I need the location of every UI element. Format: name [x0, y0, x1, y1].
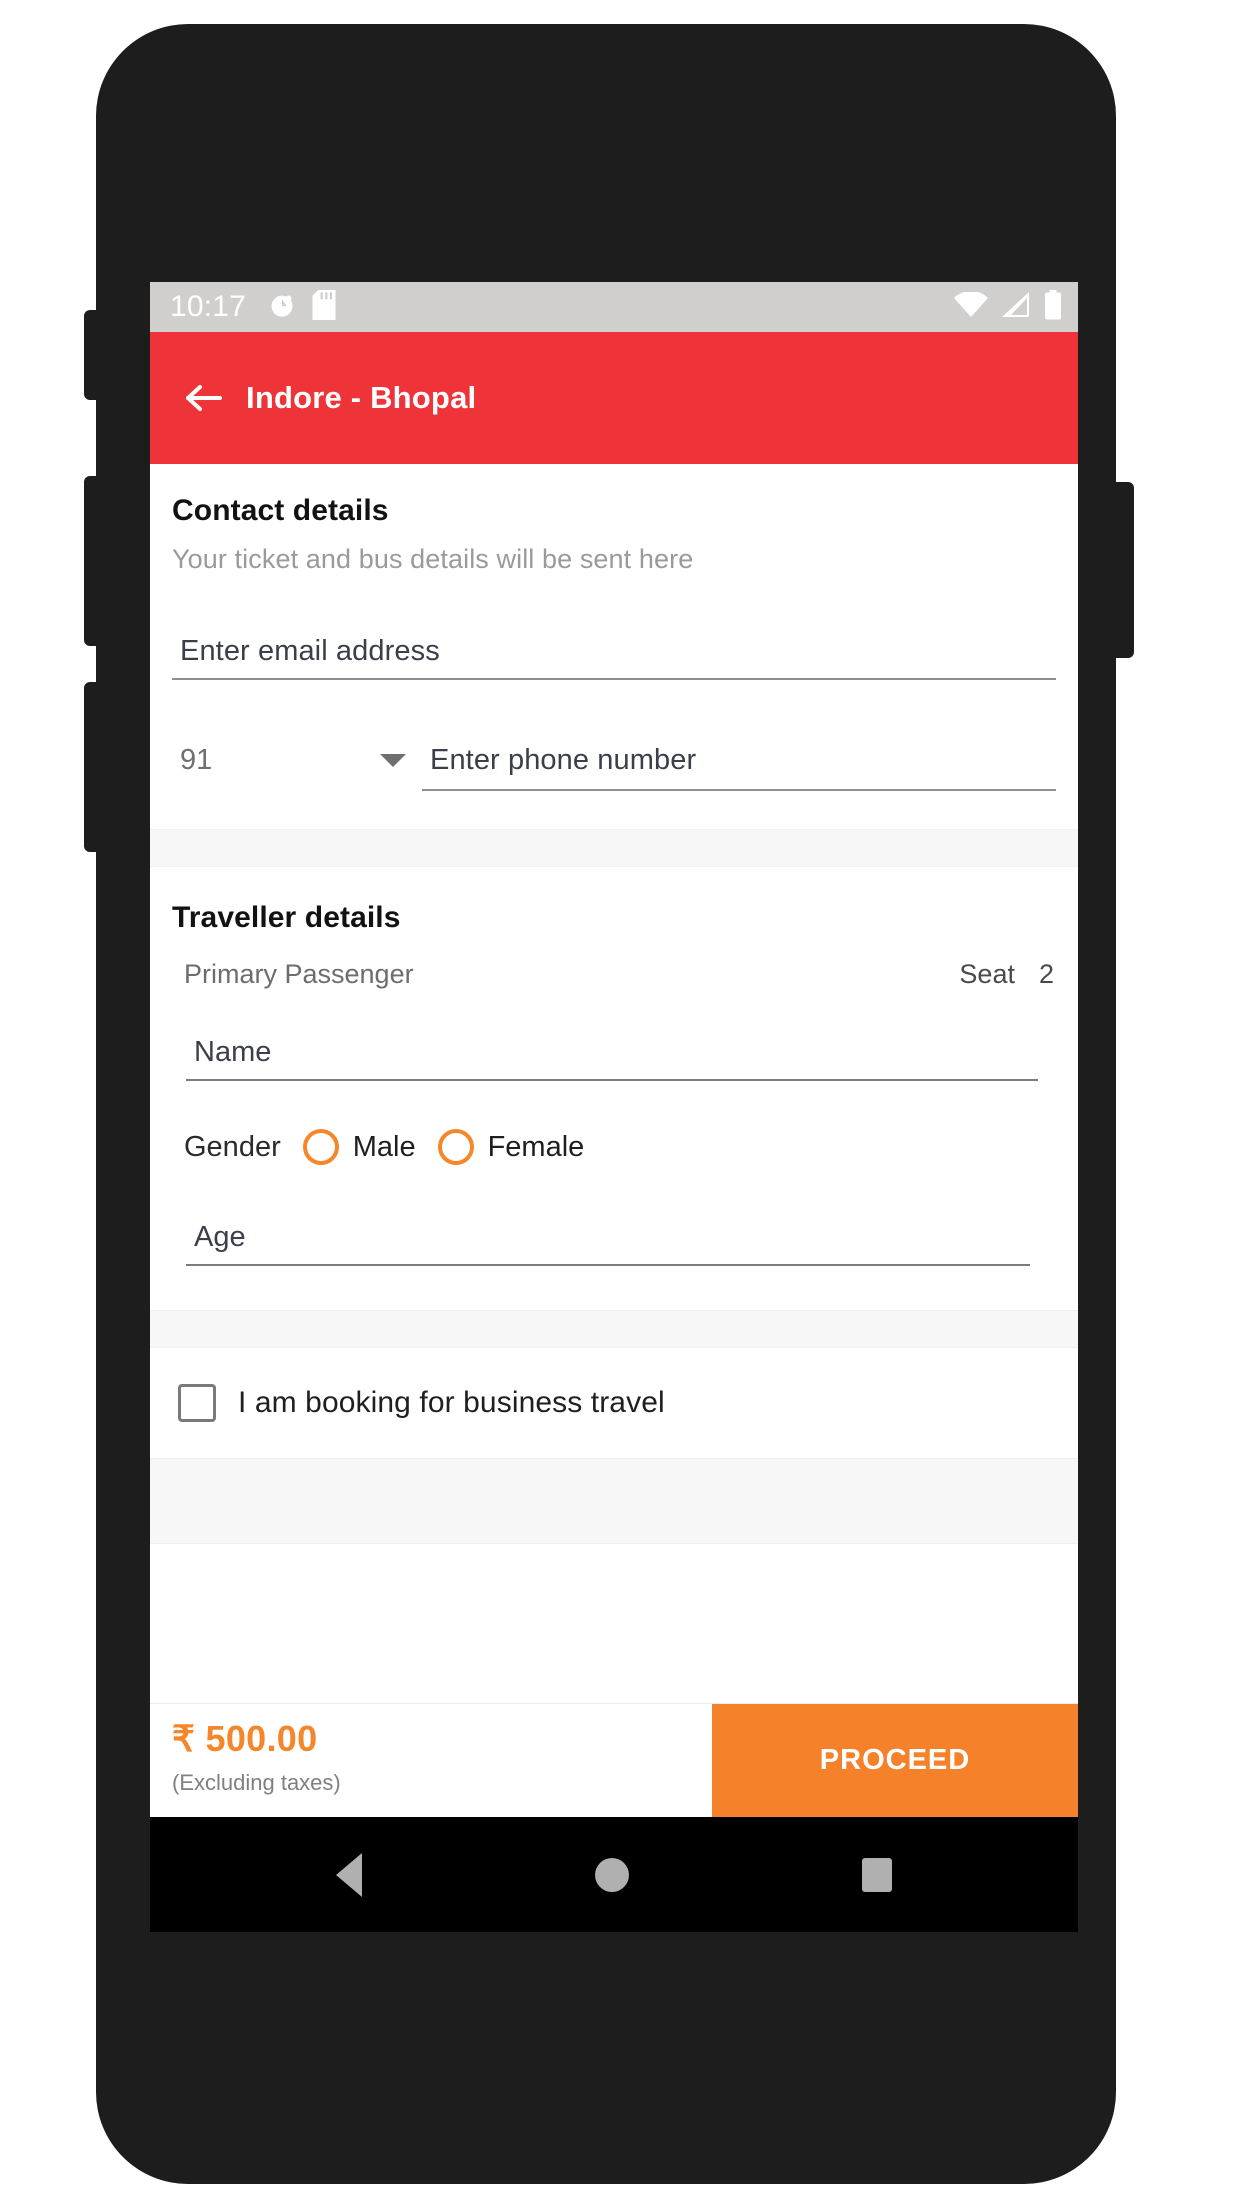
passenger-label: Primary Passenger — [184, 959, 414, 989]
age-spacer — [150, 1266, 1078, 1310]
phone-row: 91 Enter phone number — [150, 744, 1078, 791]
chevron-down-icon — [380, 754, 406, 767]
phone-button-left-top[interactable] — [84, 310, 110, 400]
name-input-placeholder: Name — [194, 1036, 272, 1068]
gender-option-female-label[interactable]: Female — [488, 1131, 585, 1164]
section-divider-2 — [150, 1310, 1078, 1348]
nav-home-icon[interactable] — [594, 1857, 629, 1892]
proceed-button[interactable]: PROCEED — [712, 1704, 1078, 1817]
seat-info: Seat 2 — [959, 959, 1054, 990]
contact-details-subtitle: Your ticket and bus details will be sent… — [172, 544, 694, 574]
email-input-placeholder: Enter email address — [180, 635, 440, 667]
price-tax-note: (Excluding taxes) — [172, 1770, 341, 1795]
passenger-age-field[interactable]: Age — [186, 1221, 1030, 1266]
status-bar-clock: 10:17 — [170, 290, 247, 323]
traveller-details-heading: Traveller details — [172, 901, 401, 934]
section-divider-1 — [150, 829, 1078, 867]
gender-radio-male[interactable] — [302, 1129, 339, 1165]
price-block: ₹ 500.00 (Excluding taxes) — [150, 1704, 712, 1817]
phone-power-button[interactable] — [1108, 482, 1134, 658]
back-arrow-icon[interactable] — [186, 383, 222, 413]
phone-screen: 10:17 Indore - Bhopal Contact details Yo… — [150, 282, 1078, 1932]
page-content: Contact details Your ticket and bus deta… — [150, 464, 1078, 1703]
phone-input-placeholder: Enter phone number — [430, 744, 697, 776]
status-bar-system-icons — [954, 289, 1062, 325]
traveller-details-card: Traveller details Primary Passenger Seat… — [150, 867, 1078, 1310]
screenshot-root: 10:17 Indore - Bhopal Contact details Yo… — [0, 0, 1242, 2208]
nav-back-icon[interactable] — [336, 1852, 363, 1897]
section-divider-3 — [150, 1458, 1078, 1544]
wifi-icon — [954, 290, 988, 323]
email-field[interactable]: Enter email address — [172, 637, 1056, 680]
cellular-signal-icon — [1001, 291, 1031, 323]
gender-radio-female[interactable] — [437, 1129, 474, 1165]
gender-option-male-label[interactable]: Male — [353, 1131, 416, 1164]
phone-volume-down-button[interactable] — [84, 682, 110, 852]
status-bar: 10:17 — [150, 282, 1078, 332]
contact-details-heading: Contact details — [172, 494, 389, 527]
passenger-header-row: Primary Passenger Seat 2 — [150, 935, 1078, 990]
country-code-select[interactable]: 91 — [172, 744, 422, 791]
gender-selection-row: Gender Male Female — [150, 1081, 1078, 1165]
country-code-value: 91 — [180, 744, 213, 776]
passenger-name-field[interactable]: Name — [186, 1036, 1038, 1081]
seat-label: Seat — [959, 959, 1015, 989]
sd-card-icon — [312, 289, 336, 325]
business-travel-row[interactable]: I am booking for business travel — [150, 1348, 1078, 1458]
battery-icon — [1044, 289, 1062, 325]
phone-volume-up-button[interactable] — [84, 476, 110, 646]
total-price: ₹ 500.00 — [172, 1718, 318, 1759]
business-travel-card: I am booking for business travel — [150, 1348, 1078, 1458]
seat-number: 2 — [1038, 959, 1054, 989]
phone-number-field[interactable]: Enter phone number — [422, 746, 1056, 791]
proceed-button-label: PROCEED — [819, 1744, 971, 1776]
contact-details-card: Contact details Your ticket and bus deta… — [150, 464, 1078, 829]
alarm-clock-icon — [268, 291, 296, 324]
app-bar: Indore - Bhopal — [150, 332, 1078, 464]
gender-label: Gender — [184, 1130, 281, 1163]
age-input-placeholder: Age — [194, 1221, 246, 1253]
android-navigation-bar — [150, 1817, 1078, 1932]
business-travel-label: I am booking for business travel — [238, 1386, 665, 1419]
page-title: Indore - Bhopal — [246, 380, 477, 415]
bottom-action-bar: ₹ 500.00 (Excluding taxes) PROCEED — [150, 1703, 1078, 1817]
status-bar-notification-icons — [268, 289, 336, 325]
nav-recents-icon[interactable] — [861, 1857, 892, 1892]
business-travel-checkbox[interactable] — [178, 1384, 216, 1422]
